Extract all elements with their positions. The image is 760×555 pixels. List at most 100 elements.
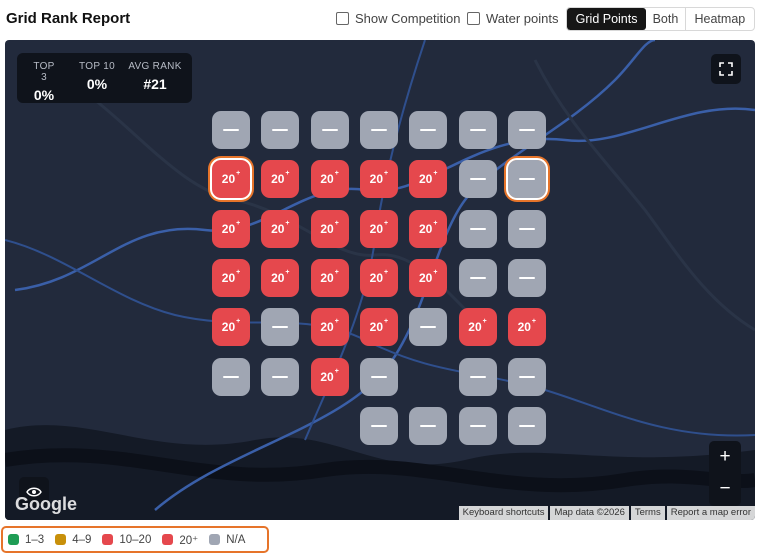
grid-point[interactable]: 20+ [261, 209, 300, 248]
no-rank-dash [420, 424, 437, 427]
rank-value: 20+ [320, 170, 339, 187]
grid-point[interactable]: 20+ [212, 209, 250, 248]
grid-point[interactable] [507, 111, 546, 149]
top10-stat: TOP 10 0% [75, 61, 119, 92]
grid-point[interactable] [507, 406, 546, 445]
keyboard-shortcuts-link[interactable]: Keyboard shortcuts [458, 506, 549, 520]
grid-point[interactable]: 20+ [507, 308, 546, 347]
no-rank-dash [469, 178, 486, 181]
grid-point[interactable] [310, 111, 349, 149]
legend-swatch [55, 534, 67, 545]
grid-point[interactable]: 20+ [359, 209, 398, 248]
legend-swatch [209, 534, 221, 545]
grid-point[interactable] [261, 357, 300, 396]
water-points-checkbox[interactable]: Water points [467, 11, 559, 26]
grid-point[interactable] [359, 111, 398, 149]
rank-suffix: + [531, 318, 537, 326]
no-rank-dash [223, 375, 239, 378]
top10-value: 0% [86, 76, 108, 92]
grid-point[interactable]: 20+ [212, 308, 250, 347]
rank-value: 20+ [221, 219, 241, 236]
grid-point[interactable] [409, 308, 448, 347]
rank-suffix: + [236, 219, 241, 227]
grid-point[interactable]: 20+ [409, 209, 448, 248]
zoom-controls: + − [709, 441, 741, 506]
avg-rank-value: #21 [143, 76, 167, 92]
zoom-in-button[interactable]: + [709, 441, 741, 473]
grid-point[interactable]: 20+ [310, 160, 349, 199]
grid-point[interactable]: 20+ [310, 258, 349, 297]
grid-point[interactable] [359, 406, 398, 445]
rank-value: 20+ [221, 318, 241, 335]
rank-value: 20+ [517, 318, 537, 335]
grid-point[interactable]: 20+ [210, 158, 252, 201]
rank-suffix: + [433, 219, 438, 227]
legend-item: 4–9 [55, 534, 91, 546]
grid-point[interactable]: 20+ [458, 308, 497, 347]
grid-point[interactable] [261, 308, 300, 347]
grid-point[interactable]: 20+ [261, 258, 300, 297]
grid-point[interactable]: 20+ [409, 160, 448, 199]
grid-point[interactable] [507, 209, 546, 248]
show-competition-checkbox[interactable]: Show Competition [336, 11, 461, 26]
avg-rank-stat: AVG RANK #21 [125, 61, 185, 92]
fullscreen-button[interactable] [711, 54, 741, 84]
grid-points-tab[interactable]: Grid Points [567, 8, 647, 30]
no-rank-dash [518, 276, 535, 279]
grid-point[interactable]: 20+ [212, 258, 250, 297]
rank-value: 20+ [418, 219, 438, 236]
rank-suffix: + [236, 268, 241, 276]
grid-point[interactable] [458, 406, 497, 445]
checkbox-box[interactable] [467, 12, 480, 25]
legend-swatch [162, 534, 174, 545]
grid-point[interactable] [507, 258, 546, 297]
zoom-out-button[interactable]: − [709, 473, 741, 505]
rank-suffix: + [433, 170, 438, 178]
checkbox-box[interactable] [336, 12, 349, 25]
grid-point[interactable]: 20+ [310, 308, 349, 347]
terms-link[interactable]: Terms [630, 506, 665, 520]
grid-point[interactable] [212, 357, 250, 396]
rank-value: 20+ [320, 367, 339, 384]
grid-point[interactable]: 20+ [261, 160, 300, 199]
grid-point[interactable]: 20+ [359, 308, 398, 347]
report-map-error-link[interactable]: Report a map error [666, 506, 755, 520]
rank-suffix: + [384, 268, 389, 276]
legend-item: 20⁺ [162, 533, 198, 547]
grid-point[interactable]: 20+ [359, 160, 398, 199]
legend-item: 10–20 [102, 534, 151, 546]
both-tab[interactable]: Both [646, 8, 686, 30]
grid-point[interactable] [409, 111, 448, 149]
rank-suffix: + [482, 318, 487, 326]
no-rank-dash [321, 129, 338, 131]
grid-point[interactable] [507, 357, 546, 396]
rank-value: 20+ [320, 318, 339, 335]
grid-point[interactable] [458, 357, 497, 396]
grid-point[interactable] [261, 111, 300, 149]
heatmap-tab[interactable]: Heatmap [686, 8, 754, 30]
grid-point[interactable]: 20+ [359, 258, 398, 297]
map-view[interactable]: TOP 3 0% TOP 10 0% AVG RANK #21 20+ 20+ 20… [5, 40, 755, 520]
grid-point[interactable]: 20+ [409, 258, 448, 297]
grid-point[interactable]: 20+ [310, 209, 349, 248]
grid-point[interactable] [458, 209, 497, 248]
grid-point[interactable] [409, 406, 448, 445]
rank-legend: 1–3 4–9 10–20 20⁺ N/A [1, 526, 269, 553]
no-rank-dash [370, 129, 387, 131]
grid-point[interactable]: 20+ [310, 357, 349, 396]
grid-point[interactable] [359, 357, 398, 396]
show-competition-label: Show Competition [355, 11, 461, 26]
no-rank-dash [469, 276, 486, 279]
grid-point[interactable] [458, 258, 497, 297]
rank-value: 20+ [418, 268, 438, 285]
rank-suffix: + [236, 170, 241, 178]
grid-point[interactable] [505, 158, 548, 201]
grid-point[interactable] [458, 111, 497, 149]
grid-point[interactable] [212, 111, 250, 149]
legend-label: 20⁺ [179, 534, 199, 547]
fullscreen-icon [719, 62, 733, 76]
rank-suffix: + [433, 268, 438, 276]
grid-point[interactable] [458, 160, 497, 199]
rank-suffix: + [334, 367, 339, 375]
rank-suffix: + [334, 268, 339, 276]
